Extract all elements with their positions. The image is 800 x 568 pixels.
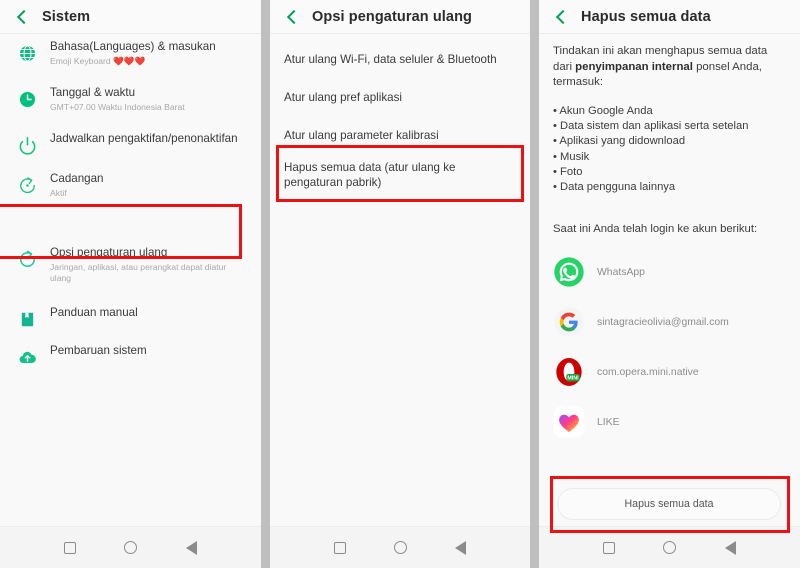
google-icon xyxy=(553,306,585,338)
list-item: Aplikasi yang didownload xyxy=(553,134,790,149)
like-app-icon xyxy=(553,406,585,438)
sidebar-item-tanggal-waktu[interactable]: Tanggal & waktu GMT+07.00 Waktu Indonesi… xyxy=(0,86,261,113)
item-title: Opsi pengaturan ulang xyxy=(50,246,168,259)
phone-screen-reset-options: Opsi pengaturan ulang Atur ulang Wi-Fi, … xyxy=(270,0,530,568)
account-row-like: LIKE xyxy=(553,406,783,438)
back-triangle-icon[interactable] xyxy=(455,540,466,555)
item-title: Cadangan xyxy=(50,172,104,185)
globe-icon xyxy=(14,40,40,66)
phone-screen-system-settings: Sistem Bahasa(Languages) & masukan Emoji… xyxy=(0,0,261,568)
sidebar-item-panduan-manual[interactable]: Panduan manual xyxy=(0,306,261,332)
item-title: Jadwalkan pengaktifan/penonaktifan xyxy=(50,132,238,145)
list-item-erase-all-data[interactable]: Hapus semua data (atur ulang ke pengatur… xyxy=(270,160,530,190)
appbar-system: Sistem xyxy=(0,0,261,34)
recents-square-icon[interactable] xyxy=(64,541,77,554)
list-item: Akun Google Anda xyxy=(553,104,790,119)
opera-mini-icon: MINI xyxy=(553,356,585,388)
back-chevron-icon[interactable] xyxy=(551,7,571,27)
item-title: Bahasa(Languages) & masukan xyxy=(50,40,216,53)
item-subtitle: Emoji Keyboard ❤️❤️❤️ xyxy=(50,56,146,66)
home-circle-icon[interactable] xyxy=(124,541,138,554)
list-item-reset-calibration[interactable]: Atur ulang parameter kalibrasi xyxy=(270,128,530,143)
system-settings-list: Bahasa(Languages) & masukan Emoji Keyboa… xyxy=(0,34,261,526)
svg-text:MINI: MINI xyxy=(567,375,579,381)
account-row-whatsapp: WhatsApp xyxy=(553,256,783,288)
erase-all-data-body: Tindakan ini akan menghapus semua data d… xyxy=(539,34,800,533)
cloud-upload-icon xyxy=(14,344,40,370)
reset-icon xyxy=(14,246,40,272)
whatsapp-icon xyxy=(553,256,585,288)
account-row-google: sintagracieolivia@gmail.com xyxy=(553,306,783,338)
item-subtitle: Aktif xyxy=(50,188,67,198)
warning-paragraph: Tindakan ini akan menghapus semua data d… xyxy=(553,44,788,91)
appbar-erase-all-data: Hapus semua data xyxy=(539,0,800,34)
sidebar-item-cadangan[interactable]: Cadangan Aktif xyxy=(0,172,261,199)
accounts-heading: Saat ini Anda telah login ke akun beriku… xyxy=(553,223,758,235)
warning-text-bold: penyimpanan internal xyxy=(575,60,693,73)
back-triangle-icon[interactable] xyxy=(724,540,736,555)
item-subtitle: GMT+07.00 Waktu Indonesia Barat xyxy=(50,102,185,112)
back-chevron-icon[interactable] xyxy=(282,7,302,27)
item-subtitle: Jaringan, aplikasi, atau perangkat dapat… xyxy=(50,262,227,283)
recents-square-icon[interactable] xyxy=(334,541,346,554)
list-item-reset-app-prefs[interactable]: Atur ulang pref aplikasi xyxy=(270,90,530,105)
list-item-reset-network[interactable]: Atur ulang Wi-Fi, data seluler & Bluetoo… xyxy=(270,52,530,67)
three-panel-screenshot: Sistem Bahasa(Languages) & masukan Emoji… xyxy=(0,0,800,568)
list-item: Musik xyxy=(553,150,790,165)
sidebar-item-jadwalkan[interactable]: Jadwalkan pengaktifan/penonaktifan xyxy=(0,132,261,158)
panel-divider-1 xyxy=(261,0,270,568)
list-item: Data pengguna lainnya xyxy=(553,180,790,195)
list-item: Data sistem dan aplikasi serta setelan xyxy=(553,119,790,134)
sidebar-item-pembaruan-sistem[interactable]: Pembaruan sistem xyxy=(0,344,261,370)
sidebar-item-bahasa[interactable]: Bahasa(Languages) & masukan Emoji Keyboa… xyxy=(0,40,261,67)
android-navbar xyxy=(0,526,261,568)
clock-icon xyxy=(14,86,40,112)
power-icon xyxy=(14,132,40,158)
erase-all-data-button[interactable]: Hapus semua data xyxy=(557,488,781,520)
account-label: LIKE xyxy=(597,416,620,428)
recents-square-icon[interactable] xyxy=(603,541,616,554)
appbar-reset-options: Opsi pengaturan ulang xyxy=(270,0,530,34)
page-title: Hapus semua data xyxy=(581,8,711,25)
reset-options-list: Atur ulang Wi-Fi, data seluler & Bluetoo… xyxy=(270,34,530,526)
back-chevron-icon[interactable] xyxy=(12,7,32,27)
back-triangle-icon[interactable] xyxy=(185,540,197,555)
sidebar-item-opsi-pengaturan-ulang[interactable]: Opsi pengaturan ulang Jaringan, aplikasi… xyxy=(0,246,261,284)
erase-items-list: Akun Google Anda Data sistem dan aplikas… xyxy=(553,104,790,195)
android-navbar xyxy=(539,526,800,568)
home-circle-icon[interactable] xyxy=(663,541,677,554)
account-label: sintagracieolivia@gmail.com xyxy=(597,316,729,328)
home-circle-icon[interactable] xyxy=(394,541,407,554)
account-label: WhatsApp xyxy=(597,266,645,278)
item-title: Panduan manual xyxy=(50,306,138,319)
phone-screen-erase-all-data: Hapus semua data Tindakan ini akan mengh… xyxy=(539,0,800,568)
item-title: Tanggal & waktu xyxy=(50,86,136,99)
panel-divider-2 xyxy=(530,0,539,568)
account-label: com.opera.mini.native xyxy=(597,366,699,378)
account-row-opera-mini: MINI com.opera.mini.native xyxy=(553,356,783,388)
backup-icon xyxy=(14,172,40,198)
book-icon xyxy=(14,306,40,332)
page-title: Sistem xyxy=(42,8,91,25)
list-item: Foto xyxy=(553,165,790,180)
item-title: Pembaruan sistem xyxy=(50,344,147,357)
page-title: Opsi pengaturan ulang xyxy=(312,8,472,25)
android-navbar xyxy=(270,526,530,568)
